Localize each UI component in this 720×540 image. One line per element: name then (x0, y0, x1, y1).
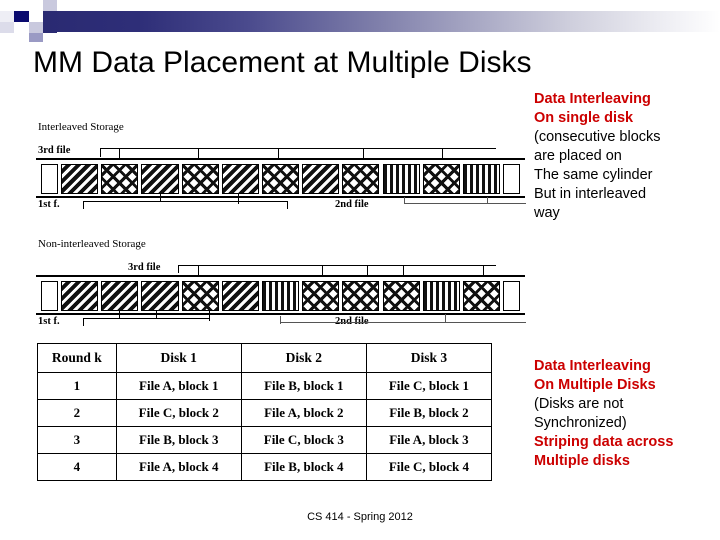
storage-block-diagonal (141, 281, 179, 311)
table-row: 4 File A, block 4 File B, block 4 File C… (37, 453, 493, 481)
storage-block-diagonal (101, 281, 139, 311)
annotation-single-disk-line: On single disk (534, 110, 634, 126)
table-header-cell: Disk 3 (365, 343, 493, 373)
bracket-tick (119, 311, 121, 319)
table-header-row: Round k Disk 1 Disk 2 Disk 3 (37, 343, 493, 373)
table-cell-disk3: File B, block 2 (365, 399, 493, 427)
annotation-single-disk-line: But in interleaved (534, 186, 647, 202)
bracket-tick (83, 318, 85, 326)
annotation-multiple-disks-line: On Multiple Disks (534, 377, 656, 393)
storage-block-empty (41, 281, 58, 311)
storage-block-diagonal (61, 281, 99, 311)
storage-block-crosshatch (462, 281, 500, 311)
annotation-multiple-disks-line: Synchronized) (534, 415, 627, 431)
annotation-multiple-disks-line: Striping data across (534, 434, 674, 450)
bracket-tick (445, 314, 446, 323)
annotation-multiple-disks-line: Data Interleaving (534, 358, 651, 374)
table-cell-disk1: File A, block 1 (115, 372, 242, 400)
bracket-line-bottom-left (83, 318, 210, 320)
table-row: 1 File A, block 1 File B, block 1 File C… (37, 372, 493, 400)
annotation-multiple-disks-line: (Disks are not (534, 396, 624, 412)
table-cell-disk3: File A, block 3 (365, 426, 493, 454)
table-header-cell: Disk 1 (115, 343, 242, 373)
table-cell-round: 3 (37, 426, 117, 454)
annotation-single-disk-line: The same cylinder (534, 167, 653, 183)
storage-block-crosshatch (342, 281, 380, 311)
table-cell-disk1: File B, block 3 (115, 426, 242, 454)
bracket-tick (156, 311, 158, 319)
disk-round-table: Round k Disk 1 Disk 2 Disk 3 1 File A, b… (37, 343, 493, 481)
storage-block-diagonal (221, 281, 259, 311)
annotation-single-disk-line: (consecutive blocks (534, 129, 661, 145)
annotation-multiple-disks: Data Interleaving On Multiple Disks (Disks… (534, 357, 673, 471)
table-cell-disk2: File A, block 2 (240, 399, 367, 427)
non-interleaved-strip (36, 275, 525, 315)
bracket-tick (280, 316, 281, 324)
storage-block-crosshatch (302, 281, 340, 311)
table-cell-disk2: File C, block 3 (240, 426, 367, 454)
storage-block-crosshatch (382, 281, 420, 311)
table-cell-disk2: File B, block 4 (240, 453, 367, 481)
table-row: 3 File B, block 3 File C, block 3 File A… (37, 426, 493, 454)
annotation-single-disk-line: Data Interleaving (534, 91, 651, 107)
table-cell-disk1: File C, block 2 (115, 399, 242, 427)
table-row: 2 File C, block 2 File A, block 2 File B… (37, 399, 493, 427)
table-cell-disk3: File C, block 1 (365, 372, 493, 400)
table-header-cell: Round k (37, 343, 117, 373)
annotation-multiple-disks-line: Multiple disks (534, 453, 630, 469)
bracket-line-top (178, 265, 496, 267)
storage-block-vertical (261, 281, 300, 311)
annotation-single-disk: Data Interleaving On single disk (consecut… (534, 90, 661, 223)
table-header-cell: Disk 2 (240, 343, 367, 373)
slide-footer: CS 414 - Spring 2012 (307, 511, 413, 523)
storage-block-crosshatch (181, 281, 219, 311)
table-cell-round: 2 (37, 399, 117, 427)
table-cell-disk1: File A, block 4 (115, 453, 242, 481)
table-cell-disk3: File C, block 4 (365, 453, 493, 481)
table-cell-round: 1 (37, 372, 117, 400)
table-cell-round: 4 (37, 453, 117, 481)
non-interleaved-3rd-file-label: 3rd file (128, 262, 161, 273)
annotation-single-disk-line: way (534, 205, 560, 221)
non-interleaved-caption: Non-interleaved Storage (38, 238, 146, 250)
non-interleaved-1st-file-label: 1st f. (38, 316, 60, 327)
bracket-tick (178, 265, 180, 273)
storage-block-empty (503, 281, 520, 311)
annotation-single-disk-line: are placed on (534, 148, 622, 164)
table-cell-disk2: File B, block 1 (240, 372, 367, 400)
bracket-line-bottom-right (280, 322, 526, 323)
storage-block-vertical (422, 281, 460, 311)
bracket-tick (209, 311, 211, 321)
